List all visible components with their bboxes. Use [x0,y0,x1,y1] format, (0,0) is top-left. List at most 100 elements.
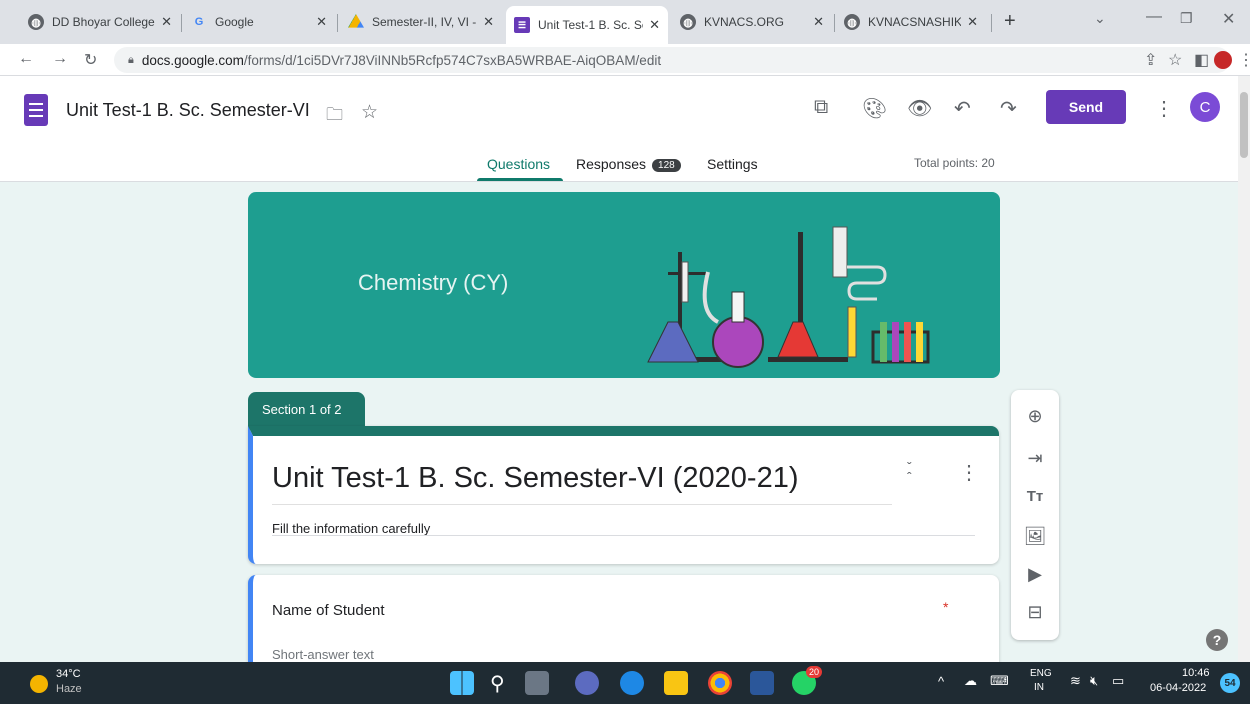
windows-taskbar: 34°C Haze ⚲ 20 ^ ☁ ⌨ ENG IN ≋ 🔇︎ ▭ 10:46… [0,662,1250,704]
lock-icon: 🔒︎ [128,53,134,66]
chemistry-lab-illustration [647,226,930,368]
clock-time[interactable]: 10:46 [1182,667,1210,679]
side-panel-icon[interactable]: ◧ [1194,50,1209,70]
profile-avatar-icon[interactable] [1214,51,1232,69]
undo-icon[interactable]: ↶ [954,96,971,121]
google-drive-icon [348,14,364,28]
customize-theme-palette-icon[interactable]: 🎨︎ [862,96,887,121]
header-banner-image: Chemistry (CY) [248,192,1000,378]
google-forms-icon: ☰ [514,17,530,33]
weather-condition[interactable]: Haze [56,683,82,695]
notification-count-badge[interactable]: 54 [1220,673,1240,693]
minimize-icon[interactable]: — [1146,8,1162,26]
tab-title: KVNACS.ORG [704,15,785,29]
weather-sun-icon[interactable] [30,675,48,693]
tab-responses[interactable]: Responses 128 [576,156,681,172]
whatsapp-badge: 20 [806,666,823,678]
close-tab-icon[interactable]: ✕ [316,14,327,30]
google-forms-logo-icon[interactable] [24,94,48,126]
question-card[interactable]: Name of Student * Short-answer text [248,575,999,675]
tab-questions[interactable]: Questions [487,156,550,172]
language-eng[interactable]: ENG [1030,668,1052,679]
tab-kvnacsnashik[interactable]: ◍ KVNACSNASHIK_C ✕ [836,8,986,36]
google-icon: G [194,16,204,28]
volume-muted-icon[interactable]: 🔇︎ [1090,673,1098,689]
close-tab-icon[interactable]: ✕ [483,14,494,30]
onedrive-cloud-icon[interactable]: ☁ [964,673,977,689]
chrome-icon[interactable] [708,671,732,695]
tab-kvnacs[interactable]: ◍ KVNACS.ORG ✕ [672,8,832,36]
task-view-icon[interactable] [525,671,549,695]
description-underline [272,535,975,536]
add-image-icon[interactable]: 🖼︎ [1023,524,1047,548]
tab-unit-test-form[interactable]: ☰ Unit Test-1 B. Sc. Se ✕ [506,6,668,44]
language-in[interactable]: IN [1034,682,1044,693]
back-icon[interactable]: ← [18,50,34,68]
move-to-folder-icon[interactable]: 🗀︎ [326,102,343,131]
tab-google[interactable]: G Google ✕ [183,8,335,36]
question-toolbar: ⊕ ⇥ Tт 🖼︎ ▶ ⊟ [1011,390,1059,640]
weather-temp[interactable]: 34°C [56,668,81,680]
tab-settings[interactable]: Settings [707,156,758,172]
edge-icon[interactable] [620,671,644,695]
browser-menu-icon[interactable]: ⋮ [1238,50,1250,70]
document-title[interactable]: Unit Test-1 B. Sc. Semester-VI [66,100,310,121]
active-tab-indicator [477,178,563,181]
close-window-icon[interactable]: ✕ [1222,9,1235,29]
wifi-icon[interactable]: ≋ [1070,673,1081,689]
tab-drive-semester[interactable]: Semester-II, IV, VI - ✕ [340,8,502,36]
page-scrollbar[interactable] [1238,76,1250,662]
tab-title: Google [215,15,254,29]
chat-icon[interactable] [575,671,599,695]
question-title[interactable]: Name of Student [272,602,385,619]
bookmark-star-icon[interactable]: ☆ [1168,50,1182,70]
keyboard-icon[interactable]: ⌨ [990,673,1009,689]
restore-icon[interactable]: ❐ [1180,10,1193,27]
search-icon[interactable]: ⚲ [490,671,505,696]
add-section-icon[interactable]: ⊟ [1023,600,1047,624]
form-title-card[interactable]: Unit Test-1 B. Sc. Semester-VI (2020-21)… [248,426,999,564]
forms-header: Unit Test-1 B. Sc. Semester-VI 🗀︎ ☆ ⧉ 🎨︎… [0,76,1250,182]
form-description[interactable]: Fill the information carefully [272,521,430,536]
help-icon[interactable]: ? [1206,629,1228,651]
tab-dd-bhoyar[interactable]: ◍ DD Bhoyar College ✕ [20,8,180,36]
reload-icon[interactable]: ↻ [84,50,97,70]
more-options-icon[interactable]: ⋮ [1154,96,1174,121]
total-points: Total points: 20 [914,156,995,170]
section-more-options-icon[interactable]: ⋮ [959,460,979,485]
close-tab-icon[interactable]: ✕ [967,14,978,30]
globe-icon: ◍ [680,14,696,30]
tab-search-icon[interactable]: ⌄ [1094,10,1106,27]
star-icon[interactable]: ☆ [361,101,378,124]
windows-start-icon[interactable] [450,671,474,695]
avatar[interactable]: C [1190,92,1220,122]
show-hidden-icons-chevron-icon[interactable]: ^ [938,674,944,689]
file-explorer-icon[interactable] [664,671,688,695]
forward-icon[interactable]: → [52,50,68,68]
tab-title: Semester-II, IV, VI - [372,15,477,29]
form-title[interactable]: Unit Test-1 B. Sc. Semester-VI (2020-21) [272,462,799,495]
battery-icon[interactable]: ▭ [1112,673,1124,689]
close-tab-icon[interactable]: ✕ [649,17,660,33]
addons-puzzle-icon[interactable]: ⧉ [814,96,828,119]
responses-count-badge: 128 [652,159,681,172]
redo-icon[interactable]: ↷ [1000,96,1017,121]
collapse-section-icon[interactable]: ˇˆ [907,460,912,484]
word-icon[interactable] [750,671,774,695]
add-question-icon[interactable]: ⊕ [1023,404,1047,428]
add-title-description-icon[interactable]: Tт [1023,484,1047,508]
send-button[interactable]: Send [1046,90,1126,124]
preview-eye-icon[interactable]: 👁︎ [907,96,932,121]
tab-separator [834,14,835,32]
import-questions-icon[interactable]: ⇥ [1023,446,1047,470]
clock-date[interactable]: 06-04-2022 [1150,682,1206,694]
add-video-icon[interactable]: ▶ [1023,562,1047,586]
address-bar[interactable]: 🔒︎ docs.google.com/forms/d/1ci5DVr7J8ViI… [114,47,1230,73]
close-tab-icon[interactable]: ✕ [813,14,824,30]
tab-title: KVNACSNASHIK_C [868,15,962,29]
new-tab-button[interactable]: + [1004,10,1016,33]
share-icon[interactable]: ⇪ [1144,50,1157,70]
close-tab-icon[interactable]: ✕ [161,14,172,30]
url-host: docs.google.com [141,52,244,68]
scrollbar-thumb[interactable] [1240,92,1248,158]
